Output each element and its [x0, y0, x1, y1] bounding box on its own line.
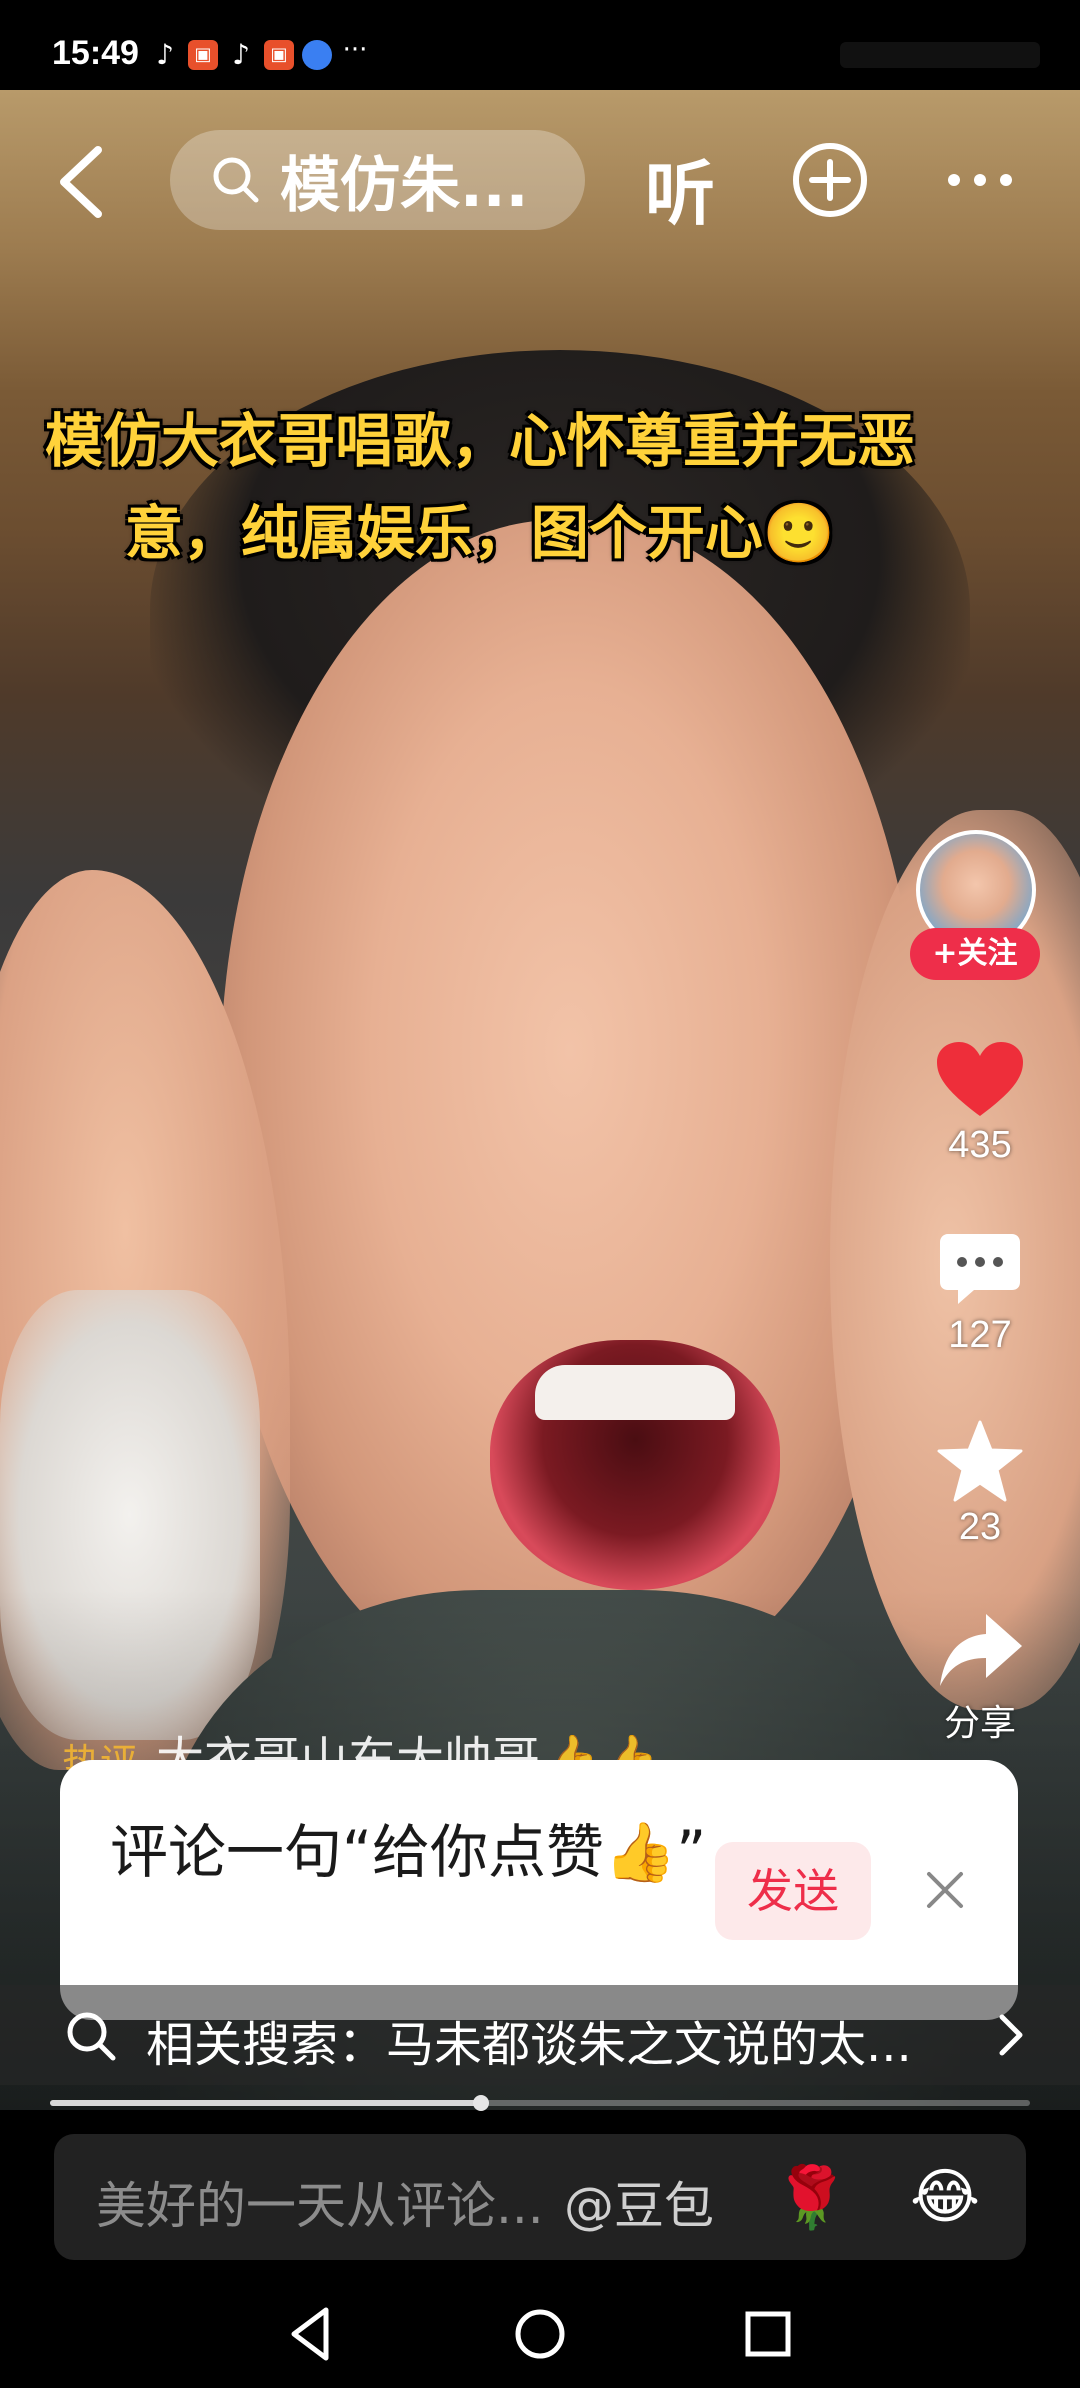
laugh-emoji-button[interactable]: 😂: [910, 2162, 980, 2232]
status-bar: 15:49 ♪ ▣ ♪ ▣ ···: [0, 0, 1080, 90]
more-notifications-icon: ···: [342, 35, 368, 65]
back-icon[interactable]: [50, 142, 120, 222]
tiktok-icon: ♪: [156, 38, 174, 71]
close-icon[interactable]: [915, 1860, 975, 1920]
mention-doubao-button[interactable]: @豆包: [564, 2166, 714, 2238]
favorite-count: 23: [958, 1506, 1002, 1548]
comment-suggestion-popup: 评论一句“给你点赞👍” 发送: [60, 1760, 1018, 2020]
chevron-right-icon: [999, 2014, 1023, 2056]
search-query: 模仿朱...: [280, 150, 529, 221]
playback-progress-bar[interactable]: [50, 2095, 1030, 2111]
home-circle-icon[interactable]: [508, 2302, 572, 2366]
comment-suggestion-text: 评论一句“给你点赞👍”: [110, 1818, 707, 1886]
share-label: 分享: [943, 1702, 1016, 1743]
red-app-icon: ▣: [188, 40, 218, 70]
search-bar[interactable]: 模仿朱...: [170, 130, 585, 230]
more-icon[interactable]: [940, 140, 1020, 220]
heart-icon: [937, 1042, 1023, 1116]
like-button[interactable]: 435: [910, 1040, 1050, 1167]
rose-emoji-button[interactable]: 🌹: [774, 2162, 849, 2233]
comment-icon: [940, 1234, 1020, 1304]
related-search-bar[interactable]: 相关搜索：马未都谈朱之文说的太...: [0, 1985, 1080, 2085]
recents-square-icon[interactable]: [736, 2302, 800, 2366]
share-button[interactable]: 分享: [910, 1610, 1050, 1746]
video-frame-teeth: [535, 1365, 735, 1420]
comment-count: 127: [948, 1314, 1012, 1356]
video-caption: 模仿大衣哥唱歌，心怀尊重并无恶意，纯属娱乐，图个开心🙂: [44, 407, 915, 567]
playback-progress-fill: [50, 2100, 482, 2106]
related-search-text: 相关搜索：马未都谈朱之文说的太...: [146, 2017, 912, 2073]
listen-button[interactable]: 听: [645, 138, 715, 239]
follow-button[interactable]: +关注: [910, 928, 1040, 980]
browser-icon: [302, 40, 332, 70]
search-icon: [213, 157, 259, 203]
like-count: 435: [948, 1124, 1012, 1166]
back-triangle-icon[interactable]: [280, 2302, 344, 2366]
comment-input-bar[interactable]: 美好的一天从评论... @豆包 🌹 😂: [54, 2134, 1026, 2260]
search-icon: [67, 2012, 116, 2061]
status-time: 15:49: [52, 34, 139, 72]
notification-icons: ♪ ▣ ♪ ▣ ···: [150, 35, 370, 71]
author-avatar-group[interactable]: +关注: [910, 830, 1044, 990]
tiktok-icon: ♪: [232, 38, 250, 71]
favorite-button[interactable]: 23: [910, 1420, 1050, 1549]
top-nav: 模仿朱... 听: [0, 130, 1080, 235]
system-nav-bar: [0, 2280, 1080, 2388]
star-icon: [937, 1420, 1023, 1502]
add-icon[interactable]: [790, 140, 870, 220]
comment-button[interactable]: 127: [910, 1230, 1050, 1357]
send-button[interactable]: 发送: [715, 1842, 871, 1940]
system-status-icons: [840, 42, 1040, 68]
comment-input-placeholder[interactable]: 美好的一天从评论...: [96, 2166, 544, 2238]
share-icon: [940, 1614, 1022, 1686]
red-app-icon: ▣: [264, 40, 294, 70]
